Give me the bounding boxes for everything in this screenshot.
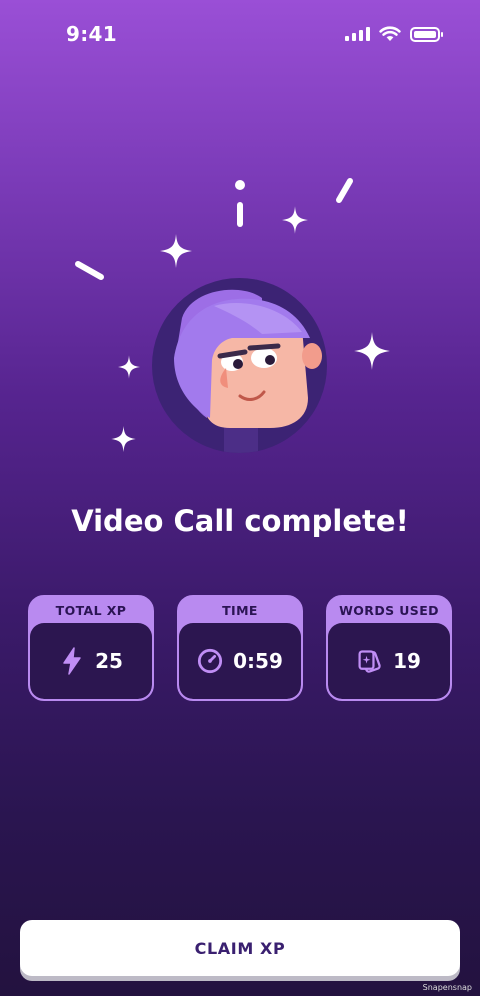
sparkle-icon — [282, 206, 308, 234]
watermark: Snapensnap — [422, 983, 472, 992]
stat-card-time: TIME 0:59 — [177, 595, 303, 701]
sparkle-icon — [118, 355, 140, 379]
lesson-complete-screen: 9:41 Video Call complete! TOTAL XP 25 TI… — [0, 0, 480, 996]
status-time: 9:41 — [66, 22, 117, 46]
stats-row: TOTAL XP 25 TIME 0:59 WORDS USED 19 — [28, 595, 452, 701]
stat-label: WORDS USED — [339, 603, 439, 618]
stat-value: 19 — [393, 649, 421, 673]
stat-value: 0:59 — [233, 649, 283, 673]
stat-card-total-xp: TOTAL XP 25 — [28, 595, 154, 701]
avatar — [152, 278, 327, 453]
stat-label: TOTAL XP — [55, 603, 127, 618]
sparkle-icon — [160, 234, 192, 268]
sparkle-icon — [111, 426, 136, 452]
battery-icon — [410, 26, 443, 42]
page-title: Video Call complete! — [71, 504, 409, 538]
cellular-signal-icon — [345, 27, 370, 41]
lightning-icon — [59, 647, 85, 675]
sparkle-icon — [354, 332, 390, 370]
stat-label: TIME — [222, 603, 258, 618]
status-bar: 9:41 — [0, 0, 480, 70]
stat-body: 0:59 — [179, 623, 301, 699]
status-icons — [345, 26, 443, 42]
stopwatch-icon — [197, 648, 223, 674]
claim-xp-button[interactable]: CLAIM XP — [20, 920, 460, 976]
cards-icon — [357, 648, 383, 674]
stat-body: 19 — [328, 623, 450, 699]
stat-value: 25 — [95, 649, 123, 673]
stat-body: 25 — [30, 623, 152, 699]
celebration-illustration — [0, 160, 480, 480]
wifi-icon — [379, 26, 401, 41]
character-portrait-icon — [174, 289, 322, 453]
stat-card-words-used: WORDS USED 19 — [326, 595, 452, 701]
